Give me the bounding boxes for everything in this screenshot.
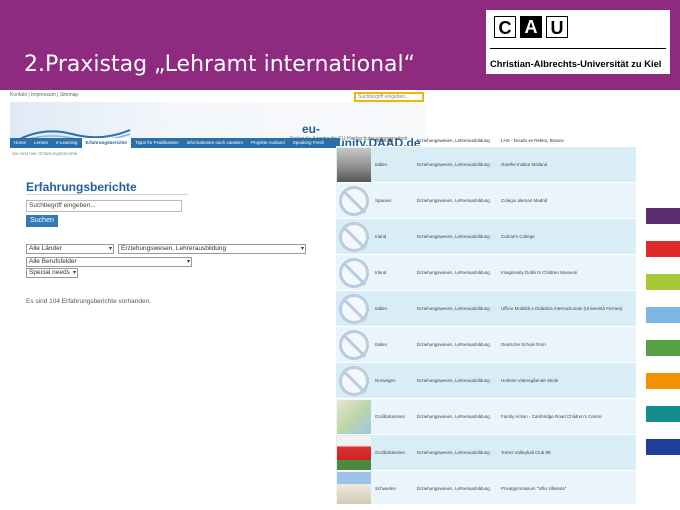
table-row[interactable]: Spanien Erziehungswesen, Lehrerausbildung… — [336, 182, 636, 218]
no-image-icon — [337, 184, 371, 218]
row-country: Großbritannien — [375, 450, 406, 455]
row-institution[interactable]: Deutsche Schule Rom — [501, 342, 631, 347]
menu-item-lernen[interactable]: Lernen — [30, 138, 52, 148]
menu-item-home[interactable]: Home — [10, 138, 30, 148]
field-select[interactable]: Erziehungswesen, Lehrerausbildung — [118, 244, 306, 254]
color-swatch — [646, 406, 680, 422]
header-cell[interactable]: Reiseziel — [375, 138, 417, 143]
breadcrumb: Sie sind hier: Erfahrungsberichte — [12, 151, 78, 156]
table-row[interactable]: Italien Erziehungswesen, Lehrerausbildung… — [336, 326, 636, 362]
menu-item-tipps[interactable]: Tipps für Praktikanten — [131, 138, 183, 148]
main-menu: Home Lernen e-Learning Erfahrungsbericht… — [10, 138, 340, 148]
table-row[interactable]: Großbritannien Erziehungswesen, Lehreraus… — [336, 434, 636, 470]
color-swatch — [646, 208, 680, 224]
row-field: Erziehungswesen, Lehrerausbildung — [417, 342, 490, 347]
row-field: Erziehungswesen, Lehrerausbildung — [417, 162, 490, 167]
logo-divider — [490, 48, 666, 49]
no-image-icon — [337, 220, 371, 254]
color-swatch — [646, 274, 680, 290]
menu-item-projekte[interactable]: Projekte Ausland — [247, 138, 289, 148]
menu-item-speaking[interactable]: Speaking Fresh — [289, 138, 329, 148]
table-row[interactable]: Schweden Erziehungswesen, Lehrerausbildun… — [336, 470, 636, 504]
row-country: Norwegen — [375, 378, 396, 383]
university-logo: C A U Christian-Albrechts-Universität zu… — [486, 10, 670, 74]
row-country: Italien — [375, 162, 388, 167]
table-row[interactable]: Großbritannien Erziehungswesen, Lehreraus… — [336, 398, 636, 434]
row-country: Italien — [375, 342, 388, 347]
occupation-select[interactable]: Alle Berufsfelder — [26, 257, 192, 267]
row-institution[interactable]: Imaginosity Dublin's Children Museum — [501, 270, 631, 275]
menu-item-erfahrungsberichte[interactable]: Erfahrungsberichte — [81, 138, 132, 148]
team-photo — [337, 435, 371, 470]
slide-title: 2.Praxistag „Lehramt international“ — [24, 52, 416, 77]
section-divider — [26, 194, 188, 195]
menu-item-elearning[interactable]: e-Learning — [52, 138, 82, 148]
color-swatch — [646, 373, 680, 389]
row-country: Schweden — [375, 486, 397, 491]
map-photo — [337, 399, 371, 434]
color-swatches — [646, 208, 680, 472]
row-field: Erziehungswesen, Lehrerausbildung — [417, 198, 490, 203]
row-field: Erziehungswesen, Lehrerausbildung — [417, 378, 490, 383]
row-institution[interactable]: Privatgymnasium "Villa Villekula" — [501, 486, 631, 491]
row-country: Irland — [375, 234, 387, 239]
country-select[interactable]: Alle Länder — [26, 244, 114, 254]
row-country: Großbritannien — [375, 414, 406, 419]
color-swatch — [646, 439, 680, 455]
search-button[interactable]: Suchen — [26, 215, 58, 227]
cathedral-photo — [337, 147, 371, 182]
top-nav-links[interactable]: Kontakt | Impressum | Sitemap — [10, 92, 78, 98]
row-field: Erziehungswesen, Lehrerausbildung — [417, 306, 490, 311]
table-header: Reiseziel Erziehungswesen, Lehrerausbild… — [336, 134, 636, 146]
row-field: Erziehungswesen, Lehrerausbildung — [417, 234, 490, 239]
color-swatch — [646, 307, 680, 323]
row-institution[interactable]: Holmen Videregående Skole — [501, 378, 631, 383]
university-name: Christian-Albrechts-Universität zu Kiel — [490, 58, 662, 69]
site-search-input[interactable]: Suchbegriff eingeben... — [354, 92, 424, 102]
cau-letters: C A U — [494, 16, 568, 38]
slide-header: 2.Praxistag „Lehramt international“ C A … — [0, 0, 680, 90]
logo-letter-u: U — [546, 16, 568, 38]
website-screenshot: Kontakt | Impressum | Sitemap Suchbegrif… — [10, 90, 636, 504]
logo-letter-c: C — [494, 16, 516, 38]
row-field: Erziehungswesen, Lehrerausbildung — [417, 414, 490, 419]
search-input[interactable]: Suchbegriff eingeben... — [26, 200, 182, 212]
site-banner: eu-community.DAAD.de Nationale Agentur f… — [10, 102, 426, 150]
header-cell: Erziehungswesen, Lehrerausbildung — [417, 137, 490, 143]
house-photo — [337, 471, 371, 504]
result-count: Es sind 104 Erfahrungsberichte vorhanden… — [26, 298, 152, 305]
row-institution[interactable]: Colegio aleman Madrid — [501, 198, 631, 203]
color-swatch — [646, 340, 680, 356]
row-field: Erziehungswesen, Lehrerausbildung — [417, 450, 490, 455]
table-row[interactable]: Italien Erziehungswesen, Lehrerausbildung… — [336, 290, 636, 326]
row-country: Irland — [375, 270, 387, 275]
row-field: Erziehungswesen, Lehrerausbildung — [417, 486, 490, 491]
row-institution[interactable]: Goethe Institut Mailand — [501, 162, 631, 167]
results-table: Reiseziel Erziehungswesen, Lehrerausbild… — [336, 134, 636, 504]
table-row[interactable]: Irland Erziehungswesen, Lehrerausbildung C… — [336, 218, 636, 254]
row-institution[interactable]: Torres Volleyball Club 89 — [501, 450, 631, 455]
row-institution[interactable]: Family Action - Cambridge Road Children'… — [501, 414, 631, 419]
row-field: Erziehungswesen, Lehrerausbildung — [417, 270, 490, 275]
table-row[interactable]: Norwegen Erziehungswesen, Lehrerausbildun… — [336, 362, 636, 398]
special-select[interactable]: Special needs — [26, 268, 78, 278]
logo-letter-a: A — [520, 16, 542, 38]
row-country: Italien — [375, 306, 388, 311]
no-image-icon — [337, 328, 371, 362]
menu-item-laender[interactable]: Informationen nach Ländern — [183, 138, 247, 148]
no-image-icon — [337, 364, 371, 398]
row-institution[interactable]: Ufficio Mobilità e Didattica Internazion… — [501, 306, 631, 311]
no-image-icon — [337, 292, 371, 326]
no-image-icon — [337, 256, 371, 290]
table-row[interactable]: Irland Erziehungswesen, Lehrerausbildung I… — [336, 254, 636, 290]
table-row[interactable]: Italien Erziehungswesen, Lehrerausbildung… — [336, 146, 636, 182]
section-title: Erfahrungsberichte — [26, 180, 137, 194]
row-country: Spanien — [375, 198, 392, 203]
color-swatch — [646, 241, 680, 257]
row-institution[interactable]: Carlow's College — [501, 234, 631, 239]
header-cell[interactable]: LHS - Doudo ve Rektor, Brasov — [501, 138, 631, 143]
